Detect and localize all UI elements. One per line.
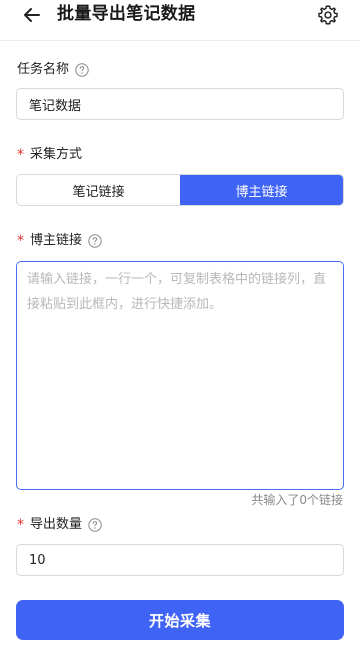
help-icon[interactable] [88, 518, 102, 532]
help-icon[interactable] [88, 234, 102, 248]
task-name-input[interactable] [16, 88, 344, 120]
start-collect-button[interactable]: 开始采集 [16, 600, 344, 640]
export-count-label: * 导出数量 [17, 516, 102, 534]
link-count-text: 共输入了0个链接 [251, 493, 343, 507]
page-header: 批量导出笔记数据 [0, 0, 360, 41]
collect-method-label: * 采集方式 [17, 146, 82, 164]
segment-note-link[interactable]: 笔记链接 [17, 175, 180, 205]
required-mark: * [17, 233, 24, 249]
task-name-label: 任务名称 [17, 61, 89, 79]
blogger-links-label-text: 博主链接 [30, 233, 83, 248]
export-count-input[interactable] [16, 544, 344, 576]
page-title: 批量导出笔记数据 [57, 4, 196, 24]
collect-method-label-text: 采集方式 [30, 147, 83, 162]
blogger-links-label: * 博主链接 [17, 232, 102, 250]
segment-blogger-link[interactable]: 博主链接 [180, 175, 343, 205]
arrow-left-icon [24, 8, 40, 22]
required-mark: * [17, 517, 24, 533]
task-name-label-text: 任务名称 [17, 62, 70, 77]
required-mark: * [17, 147, 24, 163]
help-icon[interactable] [75, 63, 89, 77]
collect-method-segmented-control: 笔记链接 博主链接 [16, 174, 344, 206]
settings-button[interactable] [317, 4, 339, 26]
export-count-label-text: 导出数量 [30, 517, 83, 532]
blogger-links-textarea[interactable] [16, 261, 344, 490]
gear-icon [318, 5, 338, 25]
back-button[interactable] [20, 5, 44, 25]
